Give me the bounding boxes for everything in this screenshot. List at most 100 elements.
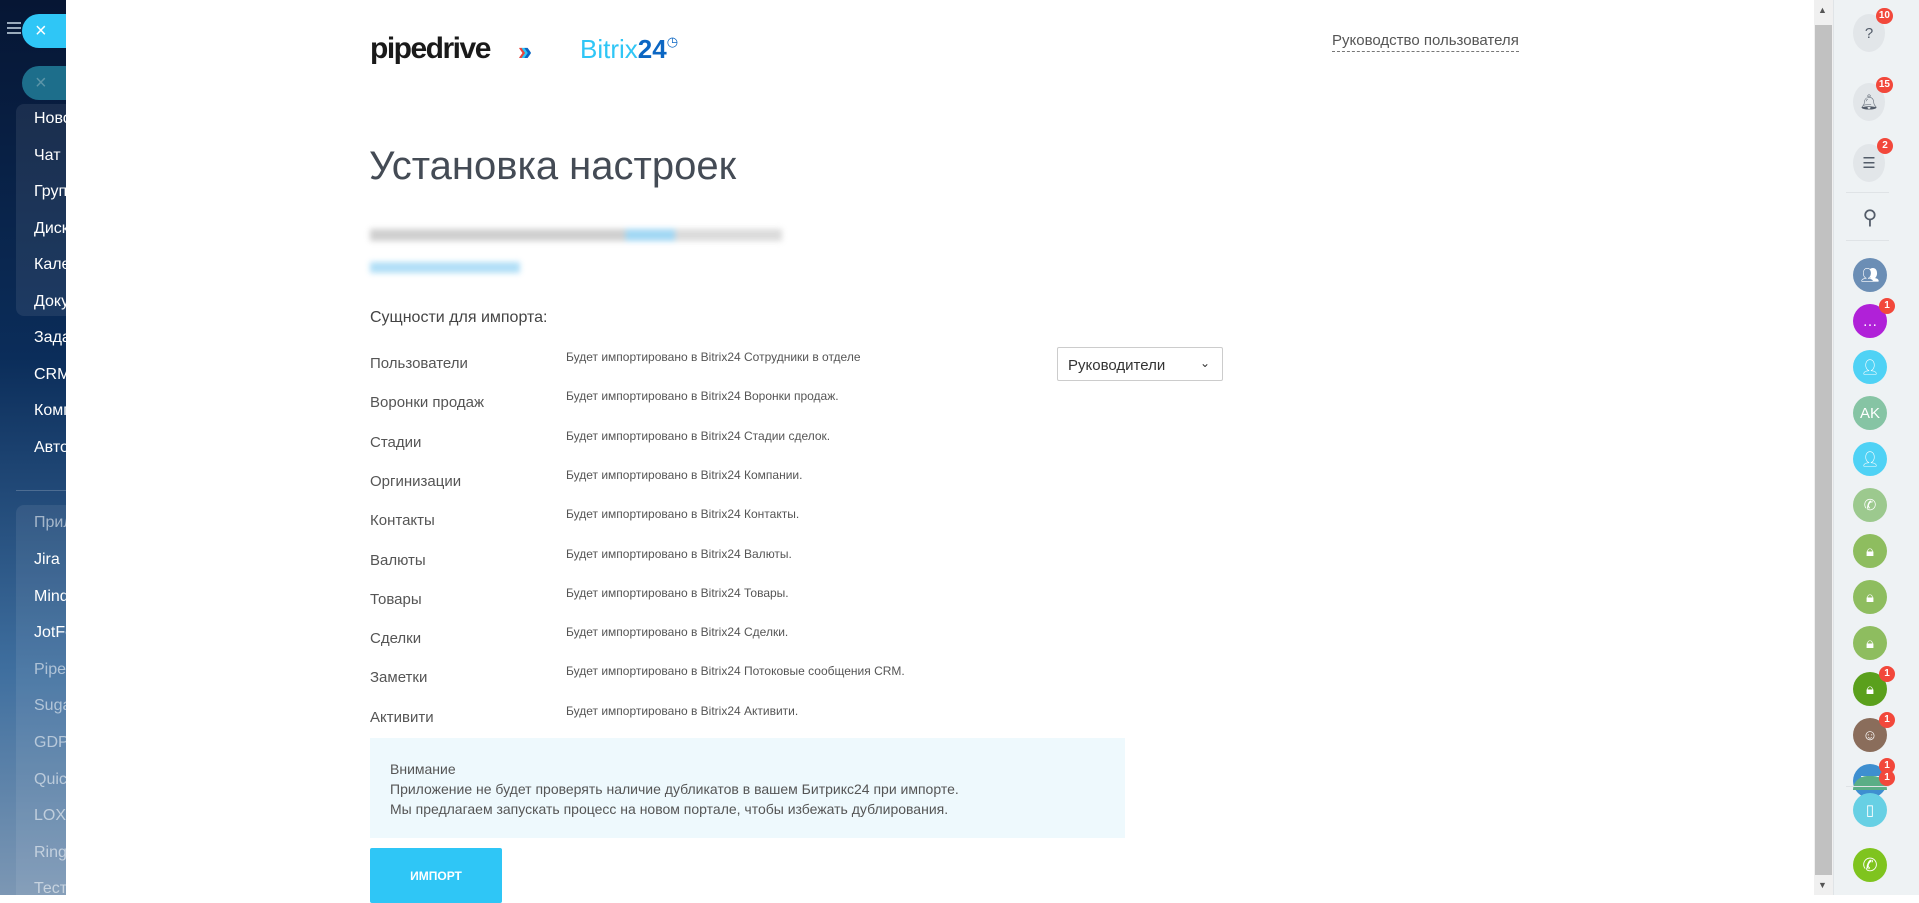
divider [1846, 240, 1889, 241]
notifications-button[interactable]: 🔔︎ 15 [1853, 77, 1893, 121]
badge: 2 [1877, 138, 1893, 154]
group-chat-icon: 👥︎ [1860, 267, 1880, 284]
department-select[interactable]: Руководители ⌄ [1057, 347, 1223, 381]
entities-heading: Сущности для импорта: [370, 309, 548, 326]
sidebar-app-item[interactable]: Pipedrive [34, 661, 66, 679]
entity-label: Контакты [370, 512, 435, 530]
pipedrive-logo: pipedrive [370, 32, 491, 65]
chevron-down-icon: ⌄ [1199, 356, 1210, 370]
sidebar-app-item[interactable]: Mindbox [34, 588, 66, 606]
mobile-app-button[interactable]: ▯ [1853, 793, 1887, 827]
sidebar-item[interactable]: Календарь [34, 256, 66, 274]
user-photo-icon: ☺ [1862, 726, 1878, 744]
recent-chat-avatar[interactable]: ✆ [1853, 488, 1887, 522]
lock-icon: 🔒︎ [1866, 634, 1874, 652]
recent-chat-avatar[interactable]: 🔒︎ [1853, 580, 1887, 614]
sidebar-app-item[interactable]: QuickBooks [34, 771, 66, 789]
badge: 1 [1879, 770, 1895, 786]
divider [1846, 786, 1889, 787]
recent-chat-avatar[interactable]: 👥︎ [1853, 258, 1887, 292]
entity-description: Будет импортировано в Bitrix24 Стадии сд… [566, 428, 831, 443]
user-clock-icon: 👤︎ [1860, 451, 1880, 468]
entity-description: Будет импортировано в Bitrix24 Компании. [566, 467, 803, 482]
select-value: Руководители [1068, 357, 1166, 374]
sidebar-item[interactable]: Группы [34, 183, 66, 201]
sidebar-app-item[interactable]: LOX24 [34, 807, 66, 825]
search-button[interactable]: ⚲ [1853, 200, 1887, 234]
apps-header: Приложения [34, 514, 66, 531]
sidebar-item[interactable]: Задачи [34, 329, 66, 347]
recent-chat-avatar[interactable]: 🔒︎ [1853, 534, 1887, 568]
chat-icon: ☰ [1862, 155, 1876, 172]
recent-chat-avatar[interactable]: 👤︎ [1853, 442, 1887, 476]
mobile-cloud-icon: ▯ [1865, 802, 1875, 819]
scroll-up-icon[interactable]: ▲ [1818, 5, 1827, 15]
messenger-icon: … [1862, 312, 1878, 330]
notice-text: Приложение не будет проверять наличие ду… [390, 781, 959, 797]
recent-chat-avatar[interactable]: AK [1853, 396, 1887, 430]
search-icon: ⚲ [1862, 206, 1878, 229]
scrollbar[interactable]: ▲ ▼ [1814, 0, 1833, 895]
sidebar-app-item[interactable]: Jira [34, 551, 60, 569]
close-slider-button[interactable]: × [22, 14, 66, 48]
avatar-initials: AK [1859, 404, 1880, 422]
sidebar-app-item[interactable]: GDPR [34, 734, 66, 752]
entity-label: Пользователи [370, 355, 468, 372]
lock-icon: 🔒︎ [1866, 542, 1874, 560]
whatsapp-icon: ✆ [1863, 497, 1877, 514]
scroll-down-icon[interactable]: ▼ [1818, 880, 1827, 890]
entity-description: Будет импортировано в Bitrix24 Активити. [566, 703, 799, 718]
sidebar-item[interactable]: Диск [34, 220, 66, 238]
recent-chat-avatar[interactable]: 1 [1853, 770, 1895, 790]
scrollbar-thumb[interactable] [1815, 25, 1832, 875]
sidebar-app-item[interactable]: SugarCRM [34, 697, 66, 715]
notice-title: Внимание [390, 761, 456, 777]
lock-icon: 🔒︎ [1866, 588, 1874, 606]
arrows-icon: ››› [518, 36, 531, 66]
recent-chat-avatar[interactable]: 🔒︎ 1 [1853, 666, 1895, 706]
entity-label: Стадии [370, 433, 422, 451]
blurred-text [370, 229, 782, 241]
sidebar-item[interactable]: Новости [34, 110, 66, 128]
recent-chat-avatar[interactable]: … 1 [1853, 298, 1895, 338]
entity-description: Будет импортировано в Bitrix24 Товары. [566, 585, 789, 600]
divider [16, 490, 66, 491]
entity-description: Будет импортировано в Bitrix24 Контакты. [566, 507, 800, 522]
entity-description: Будет импортировано в Bitrix24 Воронки п… [566, 389, 839, 404]
entity-label: Валюты [370, 551, 426, 569]
user-clock-icon: 👤︎ [1860, 359, 1880, 376]
recent-chat-avatar[interactable]: 🔒︎ [1853, 626, 1887, 660]
badge: 1 [1879, 666, 1895, 682]
recent-chat-avatar[interactable]: ☺ 1 [1853, 712, 1895, 752]
close-slider-button-2[interactable]: × [22, 66, 66, 100]
sidebar-app-item[interactable]: Тест [34, 880, 66, 895]
call-button[interactable]: ✆ [1853, 848, 1887, 882]
user-guide-link[interactable]: Руководство пользователя [1332, 32, 1519, 52]
sidebar-item[interactable]: Документы [34, 293, 66, 311]
menu-icon[interactable] [7, 22, 21, 34]
recent-chat-avatar[interactable]: 👤︎ [1853, 350, 1887, 384]
sidebar-item[interactable]: Автоматизация [34, 439, 66, 457]
badge: 1 [1879, 712, 1895, 728]
badge: 1 [1879, 298, 1895, 314]
sidebar-app-item[interactable]: RingCentral [34, 844, 66, 862]
entity-label: Сделки [370, 630, 422, 648]
entity-label: Оргинизации [370, 472, 462, 490]
phone-icon: ✆ [1862, 854, 1878, 875]
close-icon: × [35, 72, 47, 94]
help-button[interactable]: ? 10 [1853, 8, 1893, 52]
logo-number: 24 [637, 34, 667, 64]
sidebar-item[interactable]: CRM [34, 366, 66, 384]
sidebar-app-item[interactable]: JotForm [34, 624, 66, 642]
sidebar-item[interactable]: Компания [34, 402, 66, 420]
entity-label: Товары [370, 590, 422, 608]
entity-description: Будет импортировано в Bitrix24 Валюты. [566, 546, 792, 561]
messages-button[interactable]: ☰ 2 [1853, 138, 1893, 182]
bitrix24-logo: Bitrix24◷ [580, 34, 678, 65]
question-icon: ? [1864, 24, 1874, 42]
menu-group [16, 104, 66, 316]
clock-icon: ◷ [666, 34, 679, 49]
sidebar-item[interactable]: Чат и звонки [34, 147, 66, 165]
right-bar: ?10 🔔︎15 ☰2 ⚲ 👥︎…1👤︎AK👤︎✆🔒︎🔒︎🔒︎🔒︎1☺1TT11… [1833, 0, 1919, 895]
logo-text: Bitrix [580, 34, 638, 64]
